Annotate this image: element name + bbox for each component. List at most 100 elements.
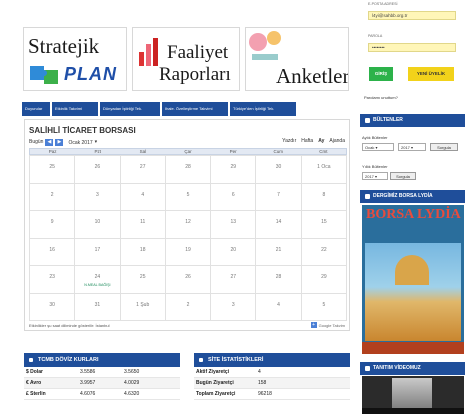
magazine-title: DERGİMİZ BORSA LYDİA [373,193,433,199]
email-field[interactable]: l4yi@sahbb.org.tr [368,11,456,20]
calendar-day[interactable]: 4 [120,183,166,211]
yearly-year-select[interactable]: 2017 ▾ [362,172,388,180]
calendar-day[interactable]: 8 [301,183,347,211]
currency-buy: 3.5586 [80,369,96,375]
calendar-day[interactable]: 28 [256,266,302,294]
calendar-day[interactable]: 19 [165,238,212,266]
strategic-plan-banner[interactable]: Stratejik PLAN [23,27,127,91]
tab-events-calendar[interactable]: Etkinlik Takvimi [52,102,98,116]
calendar-day[interactable]: 14 [256,211,302,239]
calendar-day[interactable]: 25 [120,266,166,294]
day-number: 20 [230,246,237,253]
login-box: E-POSTA ADRESİ l4yi@sahbb.org.tr PAROLA … [360,0,464,92]
currency-title: TCMB DÖVİZ KURLARI [38,357,99,363]
password-field[interactable]: •••••••• [368,43,456,52]
monthly-month-select[interactable]: Ocak ▾ [362,143,394,151]
monthly-query-button[interactable]: Sorgula [430,143,458,151]
view-agenda[interactable]: Ajanda [329,138,345,144]
forgot-password-link[interactable]: Parolamı unuttum? [364,95,398,100]
calendar-day[interactable]: 3 [75,183,121,211]
day-number: 5 [322,301,326,308]
day-number: 31 [94,301,101,308]
calendar-day[interactable]: 1 Şub [120,293,166,321]
calendar-day[interactable]: 30 [30,293,76,321]
calendar-day[interactable]: 30 [256,156,302,184]
magazine-cover[interactable]: BORSA LYDİA [362,205,464,354]
calendar-day[interactable]: 26 [165,266,212,294]
calendar-day[interactable]: 31 [75,293,121,321]
view-week[interactable]: Hafta [301,138,313,144]
calendar-day[interactable]: 24 N.MEAL BAĞIŞI [75,266,121,294]
prev-month-button[interactable]: ◀ [45,139,54,146]
surveys-banner[interactable]: Anketler [245,27,349,91]
calendar-day[interactable]: 5 [301,293,347,321]
login-button[interactable]: GİRİŞ [369,67,393,81]
calendar-day[interactable]: 7 [256,183,302,211]
chevron-down-icon[interactable]: ▾ [95,139,98,146]
calendar-day[interactable]: 10 [75,211,121,239]
tab-turkey-cooperation[interactable]: Türkiye'den İştirliği Tek. [230,102,296,116]
today-button[interactable]: Bugün [29,139,43,146]
calendar-day[interactable]: 23 [30,266,76,294]
calendar-day[interactable]: 9 [30,211,76,239]
yearly-query-button[interactable]: Sorgula [390,172,416,180]
promo-video[interactable] [362,376,464,414]
table-row: € Avro 3.9957 4.0029 [24,378,180,389]
tab-world-cooperation[interactable]: Dünyadan İştirliği Tek. [100,102,160,116]
calendar-day[interactable]: 29 [211,156,257,184]
calendar-day[interactable]: 20 [211,238,257,266]
calendar-day[interactable]: 16 [30,238,76,266]
google-calendar-link[interactable]: + Google Takvim [310,322,345,328]
day-number: 29 [230,164,237,170]
calendar-day[interactable]: 21 [256,238,302,266]
table-row: Toplam Ziyaretçi 96218 [194,389,350,400]
calendar-day[interactable]: 15 [301,211,347,239]
day-number: 28 [275,274,282,280]
survey-icon [249,31,281,60]
day-number: 5 [186,191,190,198]
calendar-day[interactable]: 18 [120,238,166,266]
tab-tender-calendar[interactable]: Ihale. Özelleştirme Takvimi [162,102,228,116]
content-tabs: Duyurular Etkinlik Takvimi Dünyadan İşti… [22,102,350,116]
calendar-day[interactable]: 6 [211,183,257,211]
calendar-day[interactable]: 17 [75,238,121,266]
day-number: 16 [49,246,55,253]
currency-panel-header: TCMB DÖVİZ KURLARI [24,353,180,367]
calendar-day[interactable]: 2 [30,183,76,211]
view-month[interactable]: Ay [318,138,324,144]
day-number: 12 [185,219,191,225]
calendar-day[interactable]: 5 [165,183,212,211]
new-member-button[interactable]: YENİ ÜYELİK [408,67,454,81]
events-calendar: SALİHLİ TİCARET BORSASI Bugün ◀ ▶ Ocak 2… [24,119,350,331]
calendar-day[interactable]: 28 [165,156,212,184]
magazine-cover-title: BORSA LYDİA [366,207,461,222]
calendar-day[interactable]: 27 [120,156,166,184]
calendar-day[interactable]: 29 [301,266,347,294]
print-button[interactable]: Yazdır [282,138,296,144]
tab-announcements[interactable]: Duyurular [22,102,50,116]
currency-sell: 4.0029 [124,380,140,386]
stats-icon [199,358,203,362]
calendar-day[interactable]: 13 [211,211,257,239]
month-dropdown[interactable]: Ocak 2017 [68,140,92,146]
calendar-day[interactable]: 25 [30,156,76,184]
calendar-day[interactable]: 22 [301,238,347,266]
monthly-year-select[interactable]: 2017 ▾ [398,143,426,151]
calendar-day[interactable]: 12 [165,211,212,239]
table-row: $ Dolar 3.5586 3.5650 [24,367,180,378]
day-number: 2 [50,191,54,198]
calendar-day[interactable]: 26 [75,156,121,184]
calendar-day[interactable]: 4 [256,293,302,321]
video-title: TANITIM VİDEOMUZ [373,365,421,371]
calendar-day[interactable]: 2 [165,293,212,321]
calendar-day[interactable]: 1 Oca [301,156,347,184]
calendar-event[interactable]: N.MEAL BAĞIŞI [75,283,119,287]
day-number: 25 [139,274,146,280]
next-month-button[interactable]: ▶ [55,139,64,146]
day-number: 6 [231,191,235,198]
calendar-day[interactable]: 27 [211,266,257,294]
video-controls[interactable] [362,408,464,414]
calendar-day[interactable]: 3 [211,293,257,321]
activity-reports-banner[interactable]: Faaliyet Raporları [132,27,240,91]
calendar-day[interactable]: 11 [120,211,166,239]
